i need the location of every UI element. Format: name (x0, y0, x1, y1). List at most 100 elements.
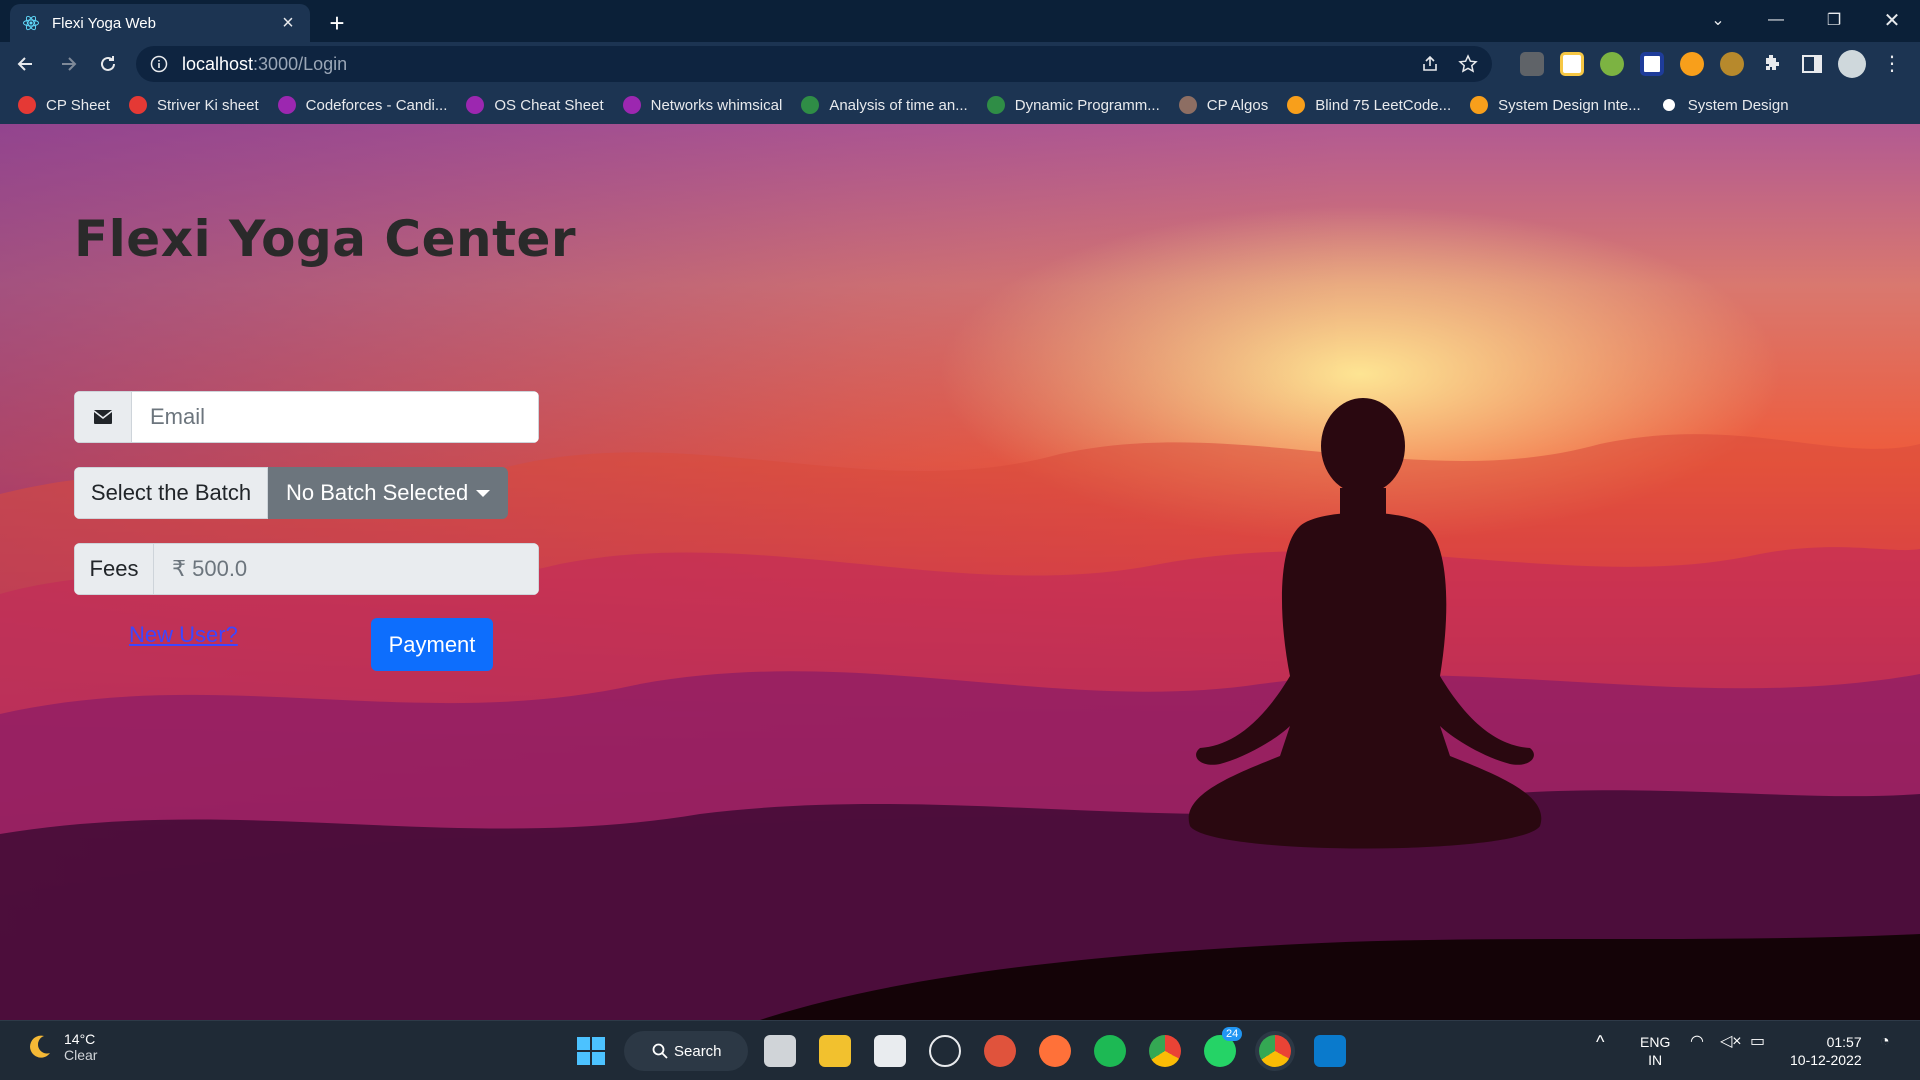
bookmark-label: System Design Inte... (1498, 96, 1641, 114)
batch-input-group: Select the Batch No Batch Selected (74, 467, 509, 519)
notification-bell-icon[interactable]: ◔ (1880, 1033, 1890, 1051)
new-user-link[interactable]: New User? (129, 622, 238, 648)
extension-icon-4[interactable] (1640, 52, 1664, 76)
bookmark-item[interactable]: CP Sheet (18, 96, 110, 114)
restore-button[interactable]: ❐ (1806, 0, 1862, 40)
chrome-icon[interactable] (1149, 1035, 1181, 1067)
browser-tab[interactable]: Flexi Yoga Web × (10, 4, 310, 42)
bookmark-label: CP Sheet (46, 96, 110, 114)
reload-icon (101, 56, 115, 71)
task-view-icon[interactable] (764, 1035, 796, 1067)
cpalgos-icon (1178, 96, 1197, 114)
clock[interactable]: 01:57 10-12-2022 (1790, 1033, 1862, 1069)
gfg-icon (986, 96, 1005, 114)
bookmark-label: Dynamic Programm... (1014, 96, 1160, 114)
language-indicator[interactable]: ENG IN (1640, 1033, 1670, 1069)
side-panel-icon[interactable] (1800, 52, 1824, 76)
bookmark-label: Striver Ki sheet (156, 96, 259, 114)
chevron-up-icon[interactable]: ^ (1596, 1033, 1604, 1051)
fees-label: Fees (74, 543, 154, 595)
react-icon (23, 15, 39, 31)
address-bar[interactable]: localhost :3000/Login (136, 46, 1492, 82)
bookmark-item[interactable]: Networks whimsical (622, 96, 782, 114)
weather-desc: Clear (64, 1047, 98, 1063)
envelope-icon (74, 391, 132, 443)
bookmark-label: Blind 75 LeetCode... (1315, 96, 1452, 114)
email-field[interactable]: Email (132, 391, 539, 443)
vscode-icon[interactable] (1314, 1035, 1346, 1067)
forward-button[interactable] (52, 48, 84, 80)
caret-down-icon (476, 489, 491, 497)
minimize-button[interactable]: — (1748, 0, 1804, 40)
back-button[interactable] (10, 48, 42, 80)
weather-temp: 14°C (64, 1031, 96, 1047)
tab-search-icon[interactable]: ⌄ (1690, 0, 1746, 40)
whimsical-icon (277, 96, 296, 114)
menu-dots-icon[interactable]: ⋮ (1882, 52, 1902, 76)
forward-arrow-icon (62, 57, 77, 71)
close-window-button[interactable]: ✕ (1864, 0, 1920, 40)
leetcode-icon (1470, 96, 1489, 114)
bookmark-label: Analysis of time an... (829, 96, 968, 114)
extension-icon-2[interactable] (1560, 52, 1584, 76)
bookmark-item[interactable]: OS Cheat Sheet (466, 96, 604, 114)
extension-icon-6[interactable] (1720, 52, 1744, 76)
reload-button[interactable] (92, 48, 124, 80)
email-input-group: Email (74, 391, 539, 443)
battery-icon[interactable]: ▭ (1750, 1033, 1765, 1051)
media-player-icon[interactable] (929, 1035, 961, 1067)
bookmark-item[interactable]: Codeforces - Candi... (277, 96, 447, 114)
browser-toolbar: localhost :3000/Login ⋮ (0, 42, 1920, 86)
batch-dropdown[interactable]: No Batch Selected (268, 467, 509, 519)
bookmark-item[interactable]: Blind 75 LeetCode... (1287, 96, 1451, 114)
clock-date: 10-12-2022 (1790, 1052, 1862, 1068)
spotify-icon[interactable] (1094, 1035, 1126, 1067)
back-arrow-icon (17, 57, 32, 71)
taskbar-search[interactable]: Search (624, 1031, 748, 1071)
bookmark-item[interactable]: System Design Inte... (1470, 96, 1641, 114)
tab-title: Flexi Yoga Web (52, 14, 156, 32)
chrome-profile-icon[interactable] (1259, 1035, 1291, 1067)
bookmark-star-icon[interactable] (1458, 54, 1478, 74)
batch-label: Select the Batch (74, 467, 268, 519)
new-tab-button[interactable]: + (322, 8, 352, 38)
language-code: ENG (1640, 1034, 1671, 1050)
windows-start-icon[interactable] (575, 1035, 607, 1067)
fees-input-group: Fees ₹ 500.0 (74, 543, 539, 595)
leetcode-icon (1287, 96, 1306, 114)
weather-widget[interactable]: 14°C Clear (24, 1031, 97, 1063)
file-explorer-icon[interactable] (819, 1035, 851, 1067)
firefox-icon[interactable] (1039, 1035, 1071, 1067)
bookmarks-bar: CP Sheet Striver Ki sheet Codeforces - Can… (0, 86, 1920, 124)
url-host: localhost (182, 53, 254, 74)
extension-icon-3[interactable] (1600, 52, 1624, 76)
profile-avatar[interactable] (1838, 50, 1866, 78)
share-icon[interactable] (1420, 54, 1440, 74)
postman-icon[interactable] (984, 1035, 1016, 1067)
extension-icon-5[interactable] (1680, 52, 1704, 76)
tuf-icon (18, 96, 36, 114)
bookmark-item[interactable]: Striver Ki sheet (128, 96, 259, 114)
brand-title: Flexi Yoga Center (74, 210, 577, 268)
payment-button[interactable]: Payment (371, 618, 493, 671)
moon-icon (30, 1035, 50, 1058)
extension-icon-1[interactable] (1520, 52, 1544, 76)
volume-muted-icon[interactable]: ◁× (1720, 1033, 1742, 1051)
gfg-icon (801, 96, 820, 114)
whimsical-icon (466, 96, 485, 114)
tab-strip: Flexi Yoga Web × + ⌄ — ❐ ✕ (0, 0, 1920, 42)
batch-dropdown-label: No Batch Selected (286, 480, 469, 505)
fees-field: ₹ 500.0 (154, 543, 539, 595)
wifi-icon[interactable]: ◠ (1690, 1033, 1704, 1051)
snipping-tool-icon[interactable] (874, 1035, 906, 1067)
region-code: IN (1648, 1052, 1663, 1068)
whimsical-icon (622, 96, 641, 114)
bookmark-item[interactable]: Analysis of time an... (801, 96, 968, 114)
whatsapp-icon[interactable]: 24 (1204, 1027, 1243, 1067)
bookmark-item[interactable]: System Design (1659, 96, 1789, 114)
site-info-icon[interactable] (150, 55, 168, 73)
extensions-puzzle-icon[interactable] (1760, 52, 1784, 76)
bookmark-item[interactable]: Dynamic Programm... (986, 96, 1160, 114)
tab-close-icon[interactable]: × (278, 12, 298, 34)
bookmark-item[interactable]: CP Algos (1178, 96, 1268, 114)
